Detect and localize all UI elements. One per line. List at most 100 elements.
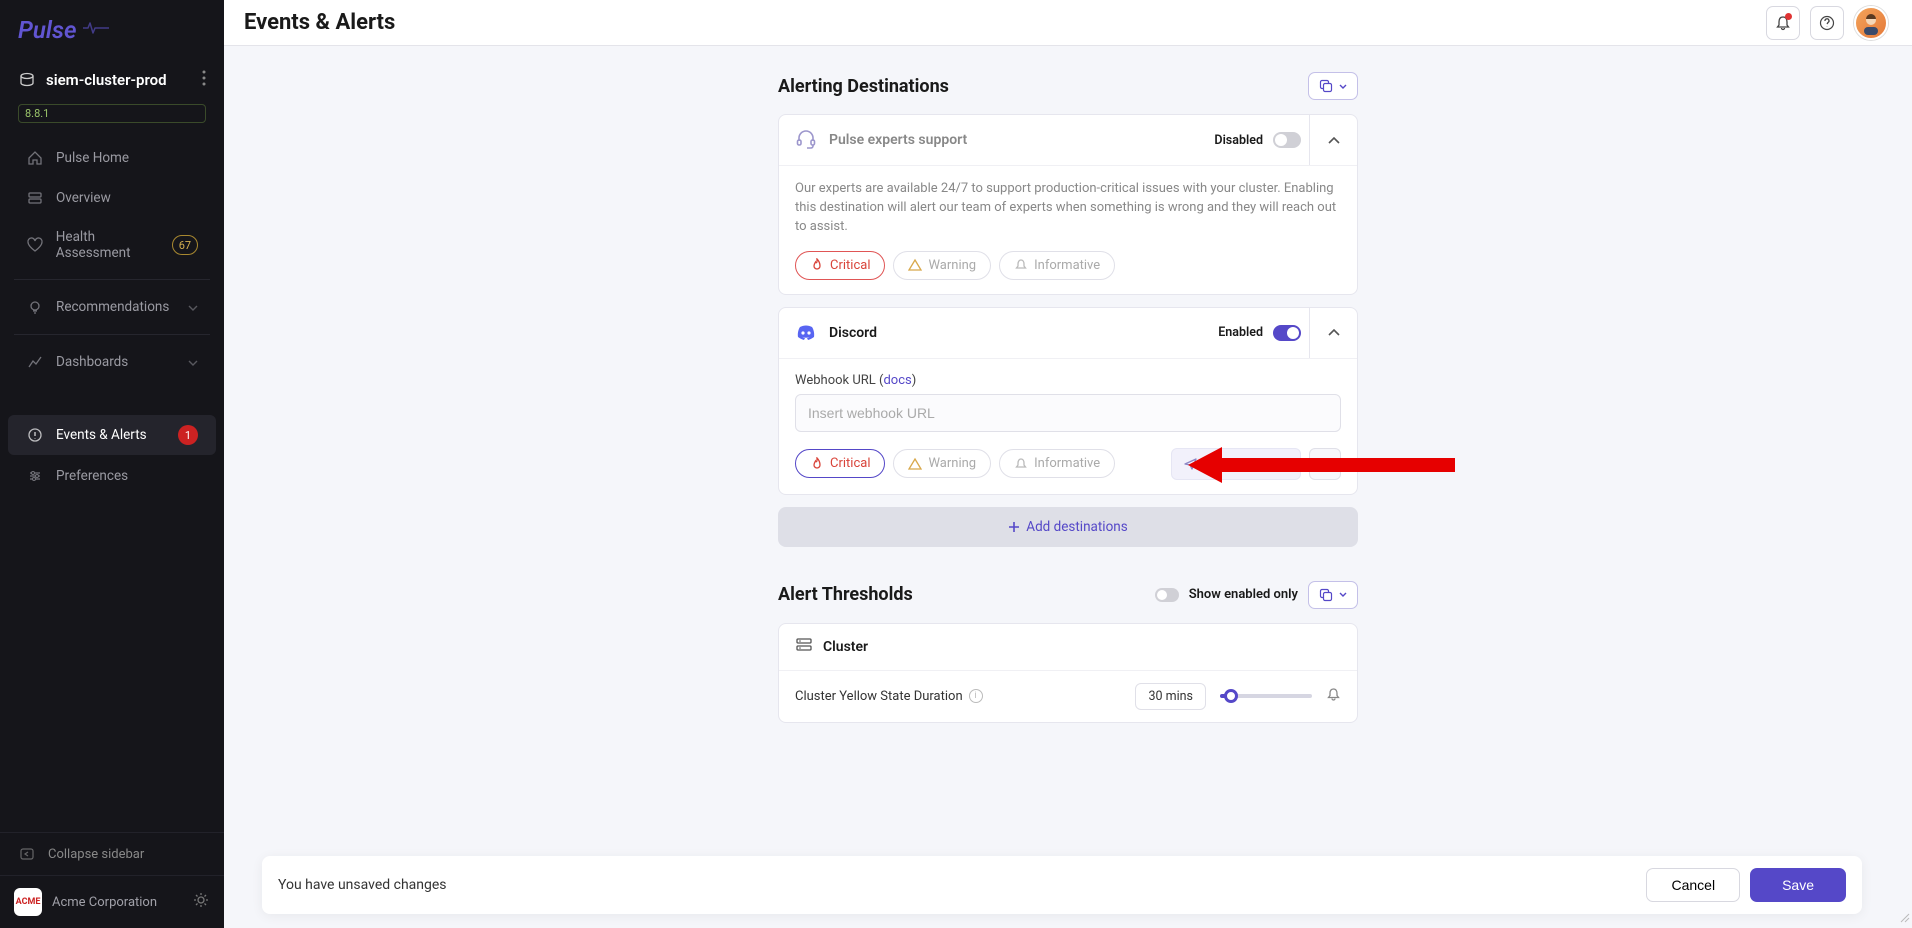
add-destinations-button[interactable]: Add destinations	[778, 507, 1358, 547]
collapse-card-button[interactable]	[1309, 308, 1357, 358]
warning-icon	[908, 457, 922, 471]
show-enabled-label: Show enabled only	[1189, 587, 1298, 602]
card-title: Discord	[829, 325, 877, 341]
nav-preferences[interactable]: Preferences	[8, 457, 216, 495]
logo: Pulse	[0, 0, 224, 60]
help-icon	[1819, 15, 1835, 31]
preferences-icon	[26, 467, 44, 485]
card-title: Pulse experts support	[829, 132, 967, 148]
nav-dashboards[interactable]: Dashboards	[8, 343, 216, 381]
home-icon	[26, 149, 44, 167]
threshold-label: Cluster Yellow State Duration i	[795, 689, 983, 704]
bell-icon	[1014, 258, 1028, 272]
chevron-down-icon	[1339, 84, 1347, 89]
button-label: Add destinations	[1026, 519, 1127, 535]
threshold-slider[interactable]	[1220, 694, 1312, 698]
collapse-label: Collapse sidebar	[48, 847, 144, 862]
nav-label: Overview	[56, 190, 111, 206]
show-enabled-toggle[interactable]	[1155, 588, 1179, 602]
info-icon[interactable]: i	[969, 689, 983, 703]
health-badge: 67	[172, 235, 198, 255]
health-icon	[26, 236, 44, 254]
chevron-up-icon	[1328, 329, 1340, 336]
nav-label: Preferences	[56, 468, 128, 484]
nav-label: Recommendations	[56, 299, 169, 315]
save-button[interactable]: Save	[1750, 868, 1846, 902]
cluster-icon	[18, 71, 36, 89]
collapse-card-button[interactable]	[1309, 115, 1357, 165]
pill-critical[interactable]: Critical	[795, 449, 885, 478]
nav-health[interactable]: Health Assessment 67	[8, 219, 216, 271]
org-name: Acme Corporation	[52, 895, 157, 910]
cluster-selector[interactable]: siem-cluster-prod	[0, 60, 224, 100]
org-row[interactable]: ACME Acme Corporation	[0, 875, 224, 928]
bell-icon[interactable]	[1326, 687, 1341, 706]
webhook-url-input[interactable]	[795, 394, 1341, 432]
experts-toggle[interactable]	[1273, 132, 1301, 148]
events-badge: 1	[178, 425, 198, 445]
copy-icon	[1319, 588, 1333, 602]
bell-icon	[1014, 457, 1028, 471]
action-row: Critical Warning Informative	[795, 448, 1341, 480]
webhook-docs-link[interactable]: docs	[883, 373, 911, 388]
thresh-card-cluster: Cluster Cluster Yellow State Duration i …	[778, 623, 1358, 723]
nav-label: Pulse Home	[56, 150, 129, 166]
nav-overview[interactable]: Overview	[8, 179, 216, 217]
cancel-button[interactable]: Cancel	[1646, 868, 1740, 902]
gear-icon[interactable]	[192, 891, 210, 913]
send-test-alert-button[interactable]: Send test alert	[1171, 448, 1301, 480]
pill-warning[interactable]: Warning	[893, 449, 991, 478]
apply-destinations-button[interactable]	[1308, 72, 1358, 100]
card-body: Our experts are available 24/7 to suppor…	[779, 165, 1357, 294]
pill-critical[interactable]: Critical	[795, 251, 885, 280]
pill-warning[interactable]: Warning	[893, 251, 991, 280]
webhook-label: Webhook URL (docs)	[795, 373, 1341, 388]
send-icon	[1184, 457, 1198, 471]
cluster-more-icon[interactable]	[202, 70, 206, 90]
pill-informative[interactable]: Informative	[999, 449, 1115, 478]
nav-home[interactable]: Pulse Home	[8, 139, 216, 177]
notifications-button[interactable]	[1766, 6, 1800, 40]
alert-icon	[26, 426, 44, 444]
fire-icon	[810, 457, 824, 471]
sidebar-footer: Collapse sidebar ACME Acme Corporation	[0, 832, 224, 928]
card-head: Pulse experts support Disabled	[779, 115, 1357, 165]
version-chip: 8.8.1	[18, 104, 206, 123]
discord-toggle[interactable]	[1273, 325, 1301, 341]
warning-icon	[908, 258, 922, 272]
pill-informative[interactable]: Informative	[999, 251, 1115, 280]
status-label: Enabled	[1218, 325, 1263, 340]
chevron-up-icon	[1328, 137, 1340, 144]
pill-row: Critical Warning Informative	[795, 449, 1115, 478]
content-inner: Alerting Destinations Pulse ex	[778, 46, 1358, 848]
apply-thresholds-button[interactable]	[1308, 581, 1358, 609]
pill-label: Critical	[830, 456, 870, 471]
sidebar: Pulse siem-cluster-prod 8.8.1 Pulse Home…	[0, 0, 224, 928]
plus-icon	[1008, 521, 1020, 533]
avatar[interactable]	[1854, 6, 1888, 40]
nav-label: Events & Alerts	[56, 427, 147, 443]
nav-recommendations[interactable]: Recommendations	[8, 288, 216, 326]
nav-label: Health Assessment	[56, 229, 172, 261]
delete-destination-button[interactable]	[1309, 448, 1341, 480]
section-title: Alerting Destinations	[778, 76, 949, 97]
nav-label: Dashboards	[56, 354, 128, 370]
pill-row: Critical Warning Informative	[795, 251, 1341, 280]
section-head-destinations: Alerting Destinations	[778, 72, 1358, 100]
nav-separator	[14, 279, 210, 280]
section-title: Alert Thresholds	[778, 584, 913, 605]
threshold-value[interactable]: 30 mins	[1135, 683, 1206, 710]
trash-icon	[1318, 457, 1332, 471]
avatar-face-icon	[1858, 10, 1884, 36]
card-description: Our experts are available 24/7 to suppor…	[795, 180, 1341, 237]
help-button[interactable]	[1810, 6, 1844, 40]
nav-separator	[14, 334, 210, 335]
support-icon	[795, 129, 817, 151]
collapse-sidebar[interactable]: Collapse sidebar	[0, 832, 224, 875]
nav-events-alerts[interactable]: Events & Alerts 1	[8, 415, 216, 455]
collapse-icon	[18, 845, 36, 863]
card-body: Cluster Yellow State Duration i 30 mins	[779, 670, 1357, 722]
logo-wave-icon	[82, 21, 110, 39]
nav: Pulse Home Overview Health Assessment 67…	[0, 137, 224, 832]
status-label: Disabled	[1214, 133, 1263, 148]
